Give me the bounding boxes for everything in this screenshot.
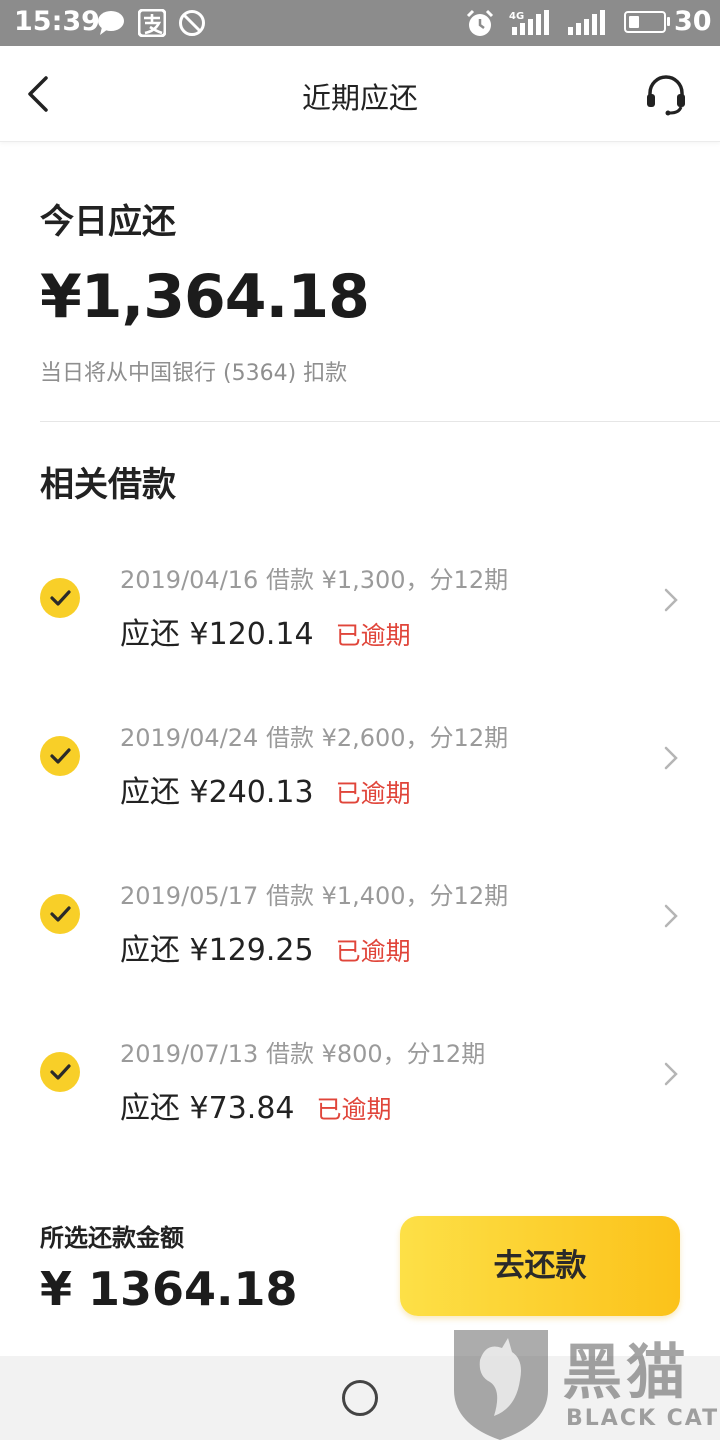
overdue-badge: 已逾期 — [316, 1095, 392, 1124]
chevron-right-icon — [664, 1062, 678, 1086]
headset-icon[interactable] — [644, 72, 688, 116]
overdue-badge: 已逾期 — [335, 621, 411, 650]
page-title: 近期应还 — [301, 81, 418, 115]
loan-due: 应还 ¥120.14 已逾期 — [120, 609, 411, 653]
chat-bubble-icon — [98, 11, 124, 35]
loan-meta: 2019/07/13 借款 ¥800，分12期 — [120, 1040, 486, 1068]
loan-due-amount: 应还 ¥120.14 — [120, 617, 314, 652]
loan-due: 应还 ¥73.84 已逾期 — [120, 1083, 392, 1127]
loan-item[interactable]: 2019/04/24 借款 ¥2,600，分12期 应还 ¥240.13 已逾期 — [0, 700, 720, 820]
loan-meta: 2019/04/16 借款 ¥1,300，分12期 — [120, 566, 509, 594]
watermark-sub: BLACK CAT — [566, 1406, 720, 1431]
watermark-text: 黑猫 — [562, 1338, 690, 1408]
status-time: 15:39 — [14, 6, 100, 37]
loan-item[interactable]: 2019/04/16 借款 ¥1,300，分12期 应还 ¥120.14 已逾期 — [0, 542, 720, 662]
today-due-title: 今日应还 — [40, 202, 176, 242]
check-icon[interactable] — [40, 894, 80, 934]
selected-amount-label: 所选还款金额 — [40, 1224, 184, 1252]
do-not-disturb-icon — [179, 10, 205, 36]
loan-due-amount: 应还 ¥73.84 — [120, 1091, 295, 1126]
overdue-badge: 已逾期 — [335, 779, 411, 808]
divider — [40, 421, 720, 422]
deduction-note: 当日将从中国银行 (5364) 扣款 — [40, 361, 348, 386]
status-bar: 15:39 4G 30 — [0, 0, 720, 46]
alarm-icon — [466, 9, 494, 36]
chevron-right-icon — [664, 588, 678, 612]
overdue-badge: 已逾期 — [335, 937, 411, 966]
signal-icon — [568, 10, 605, 35]
battery-level: 30 — [674, 6, 712, 37]
4g-signal-icon: 4G — [509, 10, 549, 35]
check-icon[interactable] — [40, 736, 80, 776]
loan-due-amount: 应还 ¥129.25 — [120, 933, 314, 968]
home-button[interactable] — [342, 1380, 378, 1416]
svg-text:4G: 4G — [509, 11, 524, 22]
loan-meta: 2019/05/17 借款 ¥1,400，分12期 — [120, 882, 509, 910]
chevron-right-icon — [664, 746, 678, 770]
loan-due-amount: 应还 ¥240.13 — [120, 775, 314, 810]
repay-button[interactable]: 去还款 — [400, 1216, 680, 1316]
loan-meta: 2019/04/24 借款 ¥2,600，分12期 — [120, 724, 509, 752]
check-icon[interactable] — [40, 578, 80, 618]
alipay-icon — [138, 9, 166, 37]
battery-cap — [667, 17, 670, 26]
check-icon[interactable] — [40, 1052, 80, 1092]
loan-item[interactable]: 2019/07/13 借款 ¥800，分12期 应还 ¥73.84 已逾期 — [0, 1016, 720, 1136]
chevron-right-icon — [664, 904, 678, 928]
battery-icon — [624, 11, 666, 33]
selected-amount: ¥ 1364.18 — [40, 1262, 298, 1316]
nav-bar: 近期应还 — [0, 46, 720, 142]
today-due-amount: ¥1,364.18 — [40, 262, 370, 332]
related-loans-title: 相关借款 — [40, 465, 176, 505]
loan-due: 应还 ¥240.13 已逾期 — [120, 767, 411, 811]
battery-fill — [629, 16, 639, 28]
loan-item[interactable]: 2019/05/17 借款 ¥1,400，分12期 应还 ¥129.25 已逾期 — [0, 858, 720, 978]
loan-due: 应还 ¥129.25 已逾期 — [120, 925, 411, 969]
